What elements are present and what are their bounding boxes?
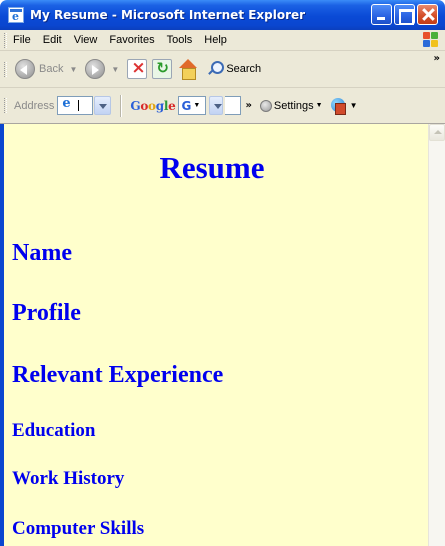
section-heading-relevant-experience: Relevant Experience: [12, 362, 224, 388]
home-icon[interactable]: [177, 59, 199, 80]
maximize-button[interactable]: [394, 4, 415, 25]
toolbar-separator: [120, 94, 123, 117]
back-button-label[interactable]: Back: [39, 63, 63, 75]
vertical-scrollbar[interactable]: [428, 124, 445, 546]
messenger-icon[interactable]: [329, 97, 347, 115]
forward-arrow-icon[interactable]: [85, 59, 106, 79]
windows-logo-icon: [423, 32, 439, 48]
scroll-up-arrow-icon[interactable]: [429, 124, 445, 141]
close-button[interactable]: [417, 4, 438, 25]
minimize-button[interactable]: [371, 4, 392, 25]
page-title: Resume: [159, 150, 265, 185]
section-heading-computer-skills: Computer Skills: [12, 518, 145, 539]
text-cursor: [78, 100, 80, 111]
settings-button-label[interactable]: Settings: [274, 100, 314, 112]
search-button-label[interactable]: Search: [226, 63, 261, 75]
toolbar-grip[interactable]: [4, 98, 7, 113]
menu-bar: File Edit View Favorites Tools Help: [0, 30, 445, 51]
toolbar-overflow-icon[interactable]: »: [434, 53, 440, 64]
forward-dropdown-icon[interactable]: ▼: [111, 65, 119, 74]
google-search-dropdown[interactable]: G ▼: [178, 96, 207, 115]
address-input[interactable]: [57, 96, 94, 115]
refresh-icon[interactable]: [152, 59, 173, 79]
section-heading-name: Name: [12, 240, 72, 266]
toolbar-grip[interactable]: [4, 61, 7, 77]
address-dropdown-icon[interactable]: [94, 96, 112, 115]
window-title: My Resume - Microsoft Internet Explorer: [30, 8, 306, 22]
google-history-dropdown-icon[interactable]: [209, 96, 224, 115]
settings-dropdown-icon[interactable]: ▼: [316, 102, 323, 109]
menu-edit[interactable]: Edit: [43, 34, 62, 46]
address-label: Address: [14, 99, 55, 112]
section-heading-work-history: Work History: [12, 468, 125, 489]
google-overflow-icon[interactable]: »: [245, 100, 251, 111]
messenger-dropdown-icon[interactable]: ▼: [350, 101, 358, 110]
toolbar-grip[interactable]: [4, 32, 7, 48]
google-logo[interactable]: Google: [130, 99, 175, 113]
section-heading-profile: Profile: [12, 300, 81, 326]
ie-icon: [8, 7, 24, 23]
page-icon: [60, 96, 74, 113]
menu-tools[interactable]: Tools: [167, 34, 193, 46]
menu-file[interactable]: File: [13, 34, 31, 46]
menu-favorites[interactable]: Favorites: [109, 34, 154, 46]
back-arrow-icon[interactable]: [15, 59, 35, 79]
title-bar: My Resume - Microsoft Internet Explorer: [0, 0, 445, 30]
standard-toolbar: Back ▼ ▼ Search »: [0, 51, 445, 88]
search-icon[interactable]: [207, 61, 225, 77]
settings-icon[interactable]: [259, 99, 272, 112]
google-search-input[interactable]: [225, 96, 242, 115]
address-toolbar: Address Google G▼ » Settings ▼ ▼: [0, 88, 445, 124]
stop-icon[interactable]: [127, 58, 148, 79]
back-dropdown-icon[interactable]: ▼: [69, 65, 77, 74]
menu-help[interactable]: Help: [204, 34, 227, 46]
menu-view[interactable]: View: [74, 34, 98, 46]
section-heading-education: Education: [12, 420, 96, 441]
